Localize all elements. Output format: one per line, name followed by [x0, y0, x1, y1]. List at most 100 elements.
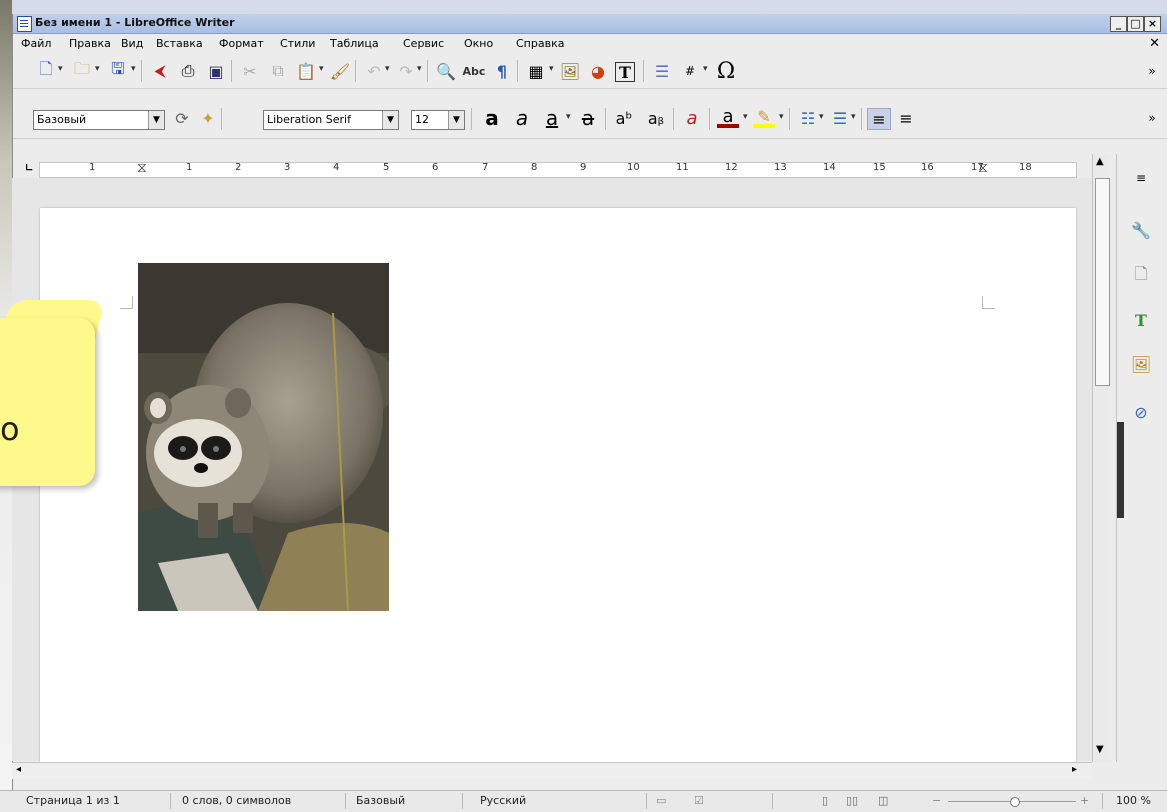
horizontal-scrollbar[interactable]: ◂ ▸: [12, 762, 1092, 779]
minimize-button[interactable]: _: [1110, 16, 1127, 32]
single-page-view-icon[interactable]: ▯: [822, 794, 828, 807]
save-icon[interactable]: 🖫: [107, 59, 129, 81]
zoom-in-icon[interactable]: +: [1080, 794, 1089, 807]
scroll-down-icon[interactable]: ▼: [1096, 744, 1104, 755]
scroll-up-icon[interactable]: ▲: [1096, 156, 1104, 167]
underline-icon[interactable]: a: [541, 106, 563, 130]
field-dropdown-icon[interactable]: ▾: [703, 64, 708, 74]
language[interactable]: Русский: [480, 794, 526, 807]
clone-formatting-icon[interactable]: 🖌: [329, 61, 351, 81]
insert-mode-icon[interactable]: ▭: [656, 794, 666, 807]
properties-wrench-icon[interactable]: 🔧: [1129, 218, 1153, 242]
zoom-out-icon[interactable]: −: [932, 794, 941, 807]
new-dropdown-icon[interactable]: ▾: [58, 64, 63, 74]
font-size-combo[interactable]: 12 ▼: [411, 110, 465, 130]
scroll-right-icon[interactable]: ▸: [1072, 764, 1077, 775]
word-count[interactable]: 0 слов, 0 символов: [182, 794, 291, 807]
styles-icon[interactable]: T: [1129, 308, 1153, 332]
copy-icon[interactable]: ⧉: [267, 61, 289, 81]
numbered-list-icon[interactable]: ☰: [829, 108, 851, 128]
table-dropdown-icon[interactable]: ▾: [549, 64, 554, 74]
chevron-down-icon[interactable]: ▼: [148, 111, 164, 129]
clear-formatting-icon[interactable]: a: [681, 108, 703, 129]
insert-text-box-icon[interactable]: T: [615, 62, 635, 82]
menu-styles[interactable]: Стили: [280, 37, 315, 50]
highlight-color-icon[interactable]: ✎: [753, 107, 775, 128]
toolbar-overflow-icon[interactable]: »: [1141, 61, 1163, 81]
navigator-icon[interactable]: ⊘: [1129, 400, 1153, 424]
chevron-down-icon[interactable]: ▼: [382, 111, 398, 129]
save-dropdown-icon[interactable]: ▾: [131, 64, 136, 74]
toolbar-overflow-icon[interactable]: »: [1141, 108, 1163, 128]
new-style-icon[interactable]: ✦: [197, 108, 219, 128]
insert-table-icon[interactable]: ▦: [525, 61, 547, 81]
redo-dropdown-icon[interactable]: ▾: [417, 64, 422, 74]
align-center-icon[interactable]: ≡: [895, 108, 917, 128]
font-color-dropdown-icon[interactable]: ▾: [743, 112, 748, 122]
insert-field-icon[interactable]: #: [679, 61, 701, 81]
menu-help[interactable]: Справка: [516, 37, 564, 50]
undo-dropdown-icon[interactable]: ▾: [385, 64, 390, 74]
insert-chart-icon[interactable]: ◕: [587, 61, 609, 81]
menu-window[interactable]: Окно: [464, 37, 493, 50]
special-character-icon[interactable]: Ω: [715, 59, 737, 84]
redo-icon[interactable]: ↷: [395, 61, 417, 81]
menu-edit[interactable]: Правка: [69, 37, 111, 50]
formatting-marks-icon[interactable]: ¶: [491, 61, 513, 81]
menu-format[interactable]: Формат: [219, 37, 264, 50]
subscript-icon[interactable]: aᵦ: [645, 108, 667, 128]
open-dropdown-icon[interactable]: ▾: [95, 64, 100, 74]
bullet-list-dropdown-icon[interactable]: ▾: [819, 112, 824, 122]
vertical-scrollbar[interactable]: ▲ ▼: [1092, 154, 1111, 762]
insert-image-icon[interactable]: 🖼: [559, 61, 581, 81]
numbered-list-dropdown-icon[interactable]: ▾: [851, 112, 856, 122]
highlight-dropdown-icon[interactable]: ▾: [779, 112, 784, 122]
gallery-icon[interactable]: 🖼: [1129, 352, 1153, 376]
tab-stop-icon[interactable]: ∟: [25, 163, 33, 174]
multi-page-view-icon[interactable]: ▯▯: [846, 794, 858, 807]
print-preview-icon[interactable]: ▣: [205, 61, 227, 81]
spelling-icon[interactable]: Abc: [463, 61, 486, 81]
update-style-icon[interactable]: ⟳: [171, 108, 193, 128]
page-style[interactable]: Базовый: [356, 794, 405, 807]
menu-table[interactable]: Таблица: [330, 37, 379, 50]
font-name-combo[interactable]: Liberation Serif ▼: [263, 110, 399, 130]
paragraph-style-combo[interactable]: Базовый ▼: [33, 110, 165, 130]
selection-mode-icon[interactable]: ☑: [694, 794, 704, 807]
page-count[interactable]: Страница 1 из 1: [26, 794, 120, 807]
title-bar[interactable]: Без имени 1 - LibreOffice Writer _ □ ×: [13, 14, 1167, 34]
open-folder-icon[interactable]: 🗀: [71, 59, 93, 81]
font-color-icon[interactable]: a: [717, 106, 739, 128]
raccoon-image[interactable]: [138, 263, 389, 611]
book-view-icon[interactable]: ◫: [878, 794, 888, 807]
sidebar-collapse-handle[interactable]: [1117, 422, 1124, 518]
menu-file[interactable]: Файл: [21, 37, 51, 50]
menu-view[interactable]: Вид: [121, 37, 143, 50]
sidebar-menu-icon[interactable]: ≡: [1129, 166, 1153, 190]
zoom-level[interactable]: 100 %: [1116, 794, 1151, 807]
close-document-icon[interactable]: ✕: [1149, 36, 1160, 51]
cut-icon[interactable]: ✂: [239, 61, 261, 81]
export-pdf-icon[interactable]: ⮜: [149, 61, 171, 81]
close-window-button[interactable]: ×: [1144, 16, 1161, 32]
print-icon[interactable]: ⎙: [177, 61, 199, 81]
chevron-down-icon[interactable]: ▼: [448, 111, 464, 129]
strikethrough-icon[interactable]: a: [577, 106, 599, 130]
menu-tools[interactable]: Сервис: [403, 37, 444, 50]
italic-icon[interactable]: a: [511, 106, 533, 130]
bold-icon[interactable]: a: [481, 106, 503, 130]
maximize-button[interactable]: □: [1127, 16, 1144, 32]
align-left-icon[interactable]: ≡: [867, 108, 891, 130]
paste-icon[interactable]: 📋: [295, 61, 317, 81]
left-indent-marker-icon[interactable]: ⧖: [137, 160, 147, 176]
bullet-list-icon[interactable]: ☷: [797, 108, 819, 128]
menu-insert[interactable]: Вставка: [156, 37, 203, 50]
undo-icon[interactable]: ↶: [363, 61, 385, 81]
new-document-icon[interactable]: 🗋: [35, 59, 57, 81]
find-replace-icon[interactable]: 🔍: [435, 61, 457, 81]
scrollbar-thumb[interactable]: [1095, 178, 1110, 386]
scroll-left-icon[interactable]: ◂: [16, 764, 21, 775]
paste-dropdown-icon[interactable]: ▾: [319, 64, 324, 74]
insert-page-break-icon[interactable]: ☰: [651, 61, 673, 81]
zoom-slider-handle[interactable]: [1010, 797, 1020, 807]
